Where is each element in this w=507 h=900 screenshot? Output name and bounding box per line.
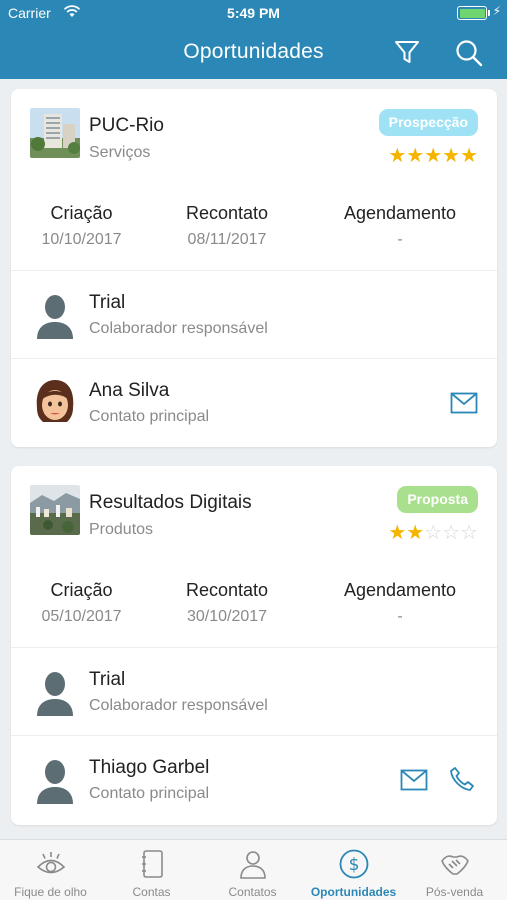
contact-role: Contato principal xyxy=(89,785,210,802)
page-title: Oportunidades xyxy=(183,40,324,63)
date-creation: Criação 10/10/2017 xyxy=(41,203,122,248)
person-icon xyxy=(239,851,266,879)
date-recontact: Recontato 08/11/2017 xyxy=(185,203,269,248)
tab-contatos[interactable]: Contatos xyxy=(202,840,303,900)
star-filled-icon: ★ xyxy=(424,145,443,167)
owner-row[interactable]: Trial Colaborador responsável xyxy=(11,648,497,736)
dollar-icon: $ xyxy=(339,849,368,879)
person-silhouette-icon xyxy=(37,672,73,716)
person-silhouette-icon xyxy=(37,760,73,804)
contact-avatar xyxy=(36,380,74,422)
tab-bar: Fique de olho Contas Contatos $ Oportuni… xyxy=(0,839,507,900)
account-photo xyxy=(30,108,80,158)
tab-pos-venda[interactable]: Pós-venda xyxy=(404,840,505,900)
status-bar: Carrier 5:49 PM ⚡ xyxy=(0,0,507,26)
mail-icon[interactable] xyxy=(450,392,478,414)
date-creation: Criação 05/10/2017 xyxy=(41,580,122,625)
contact-row[interactable]: Ana Silva Contato principal xyxy=(11,359,497,447)
contact-name: Thiago Garbel xyxy=(89,757,210,778)
eye-icon xyxy=(36,852,65,874)
star-empty-icon: ☆ xyxy=(424,522,443,544)
account-category: Serviços xyxy=(89,144,151,161)
tab-fique-de-olho[interactable]: Fique de olho xyxy=(0,840,101,900)
star-empty-icon: ☆ xyxy=(460,522,478,544)
date-schedule: Agendamento - xyxy=(343,203,457,248)
star-filled-icon: ★ xyxy=(406,145,425,167)
owner-name: Trial xyxy=(89,292,126,313)
clock: 5:49 PM xyxy=(227,5,280,21)
rating-stars: ★★★★★ xyxy=(388,146,478,166)
star-filled-icon: ★ xyxy=(388,145,407,167)
date-schedule: Agendamento - xyxy=(343,580,457,625)
opportunity-card[interactable]: PUC-Rio Serviços Prospecção ★★★★★ Criaçã… xyxy=(11,89,497,447)
stage-badge: Proposta xyxy=(397,486,478,513)
notebook-icon xyxy=(141,850,163,878)
rating-stars: ★★☆☆☆ xyxy=(388,523,478,543)
star-filled-icon: ★ xyxy=(442,145,461,167)
account-name: PUC-Rio xyxy=(89,115,164,136)
contact-role: Contato principal xyxy=(89,408,210,425)
search-icon[interactable] xyxy=(454,38,484,68)
opportunity-card[interactable]: Resultados Digitais Produtos Proposta ★★… xyxy=(11,466,497,825)
star-filled-icon: ★ xyxy=(460,145,478,167)
person-silhouette-icon xyxy=(37,295,73,339)
star-filled-icon: ★ xyxy=(388,522,407,544)
contact-row[interactable]: Thiago Garbel Contato principal xyxy=(11,736,497,824)
handshake-icon xyxy=(440,855,469,875)
star-filled-icon: ★ xyxy=(406,522,425,544)
owner-role: Colaborador responsável xyxy=(89,697,268,714)
date-recontact: Recontato 30/10/2017 xyxy=(185,580,269,625)
account-name: Resultados Digitais xyxy=(89,492,252,513)
dates-row: Criação 10/10/2017 Recontato 08/11/2017 … xyxy=(11,181,497,271)
account-photo xyxy=(30,485,80,535)
phone-icon[interactable] xyxy=(449,766,475,792)
charging-icon: ⚡ xyxy=(492,4,501,18)
mail-icon[interactable] xyxy=(400,769,428,791)
account-category: Produtos xyxy=(89,521,154,538)
header: Carrier 5:49 PM ⚡ Oportunidades xyxy=(0,0,507,79)
owner-name: Trial xyxy=(89,669,126,690)
filter-icon[interactable] xyxy=(393,38,421,66)
star-empty-icon: ☆ xyxy=(442,522,461,544)
owner-role: Colaborador responsável xyxy=(89,320,268,337)
tab-oportunidades[interactable]: $ Oportunidades xyxy=(303,840,404,900)
tab-contas[interactable]: Contas xyxy=(101,840,202,900)
stage-badge: Prospecção xyxy=(378,109,478,136)
owner-row[interactable]: Trial Colaborador responsável xyxy=(11,271,497,359)
contact-name: Ana Silva xyxy=(89,380,170,401)
svg-text:$: $ xyxy=(348,855,359,875)
battery-icon xyxy=(457,6,487,20)
dates-row: Criação 05/10/2017 Recontato 30/10/2017 … xyxy=(11,558,497,648)
